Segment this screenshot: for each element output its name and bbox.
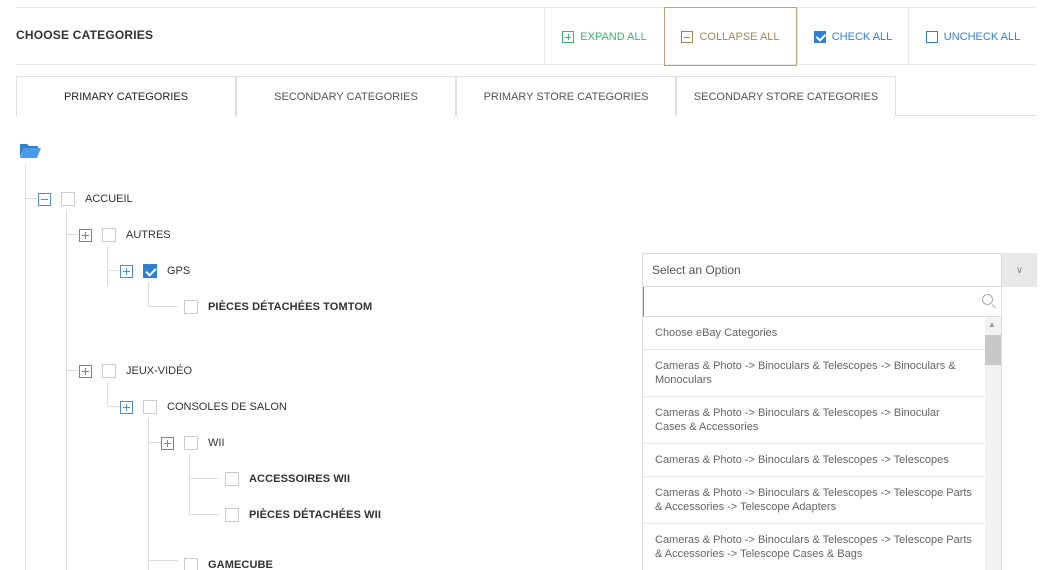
plus-square-icon [562,30,575,43]
dropdown-search-input[interactable] [643,287,1001,317]
expand-toggle-icon[interactable] [79,364,92,378]
tree-node-pieces-wii: PIÈCES DÉTACHÉES WII [225,507,381,523]
expand-toggle-icon[interactable] [120,400,133,414]
tree-connector [148,418,149,570]
scroll-up-icon[interactable]: ▲ [988,321,996,329]
select-dropdown: Choose eBay Categories Cameras & Photo -… [642,287,1002,570]
search-icon [982,294,993,305]
expand-toggle-icon[interactable] [120,264,133,278]
tab-secondary-categories[interactable]: SECONDARY CATEGORIES [236,76,456,116]
categories-header: CHOOSE CATEGORIES EXPAND ALL COLLAPSE AL… [16,7,1037,66]
collapse-toggle-icon[interactable] [38,192,51,206]
minus-square-icon [681,30,694,43]
tree-node-accessoires-wii: ACCESSOIRES WII [225,471,350,487]
node-checkbox[interactable] [61,192,75,206]
tree-node-gps: GPS [120,263,190,279]
tree-connector [66,234,78,235]
checked-box-icon [813,30,826,43]
check-all-button[interactable]: CHECK ALL [797,8,908,65]
tree-node-gamecube: GAMECUBE [184,557,273,570]
dropdown-option[interactable]: Cameras & Photo -> Binoculars & Telescop… [643,444,985,477]
uncheck-all-label: UNCHECK ALL [943,30,1021,43]
expand-all-button[interactable]: EXPAND ALL [544,8,664,65]
tree-node-label: JEUX-VIDÉO [126,365,193,377]
category-tree: ACCUEIL AUTRES GPS PIÈCES DÉTACHÉES TOMT… [0,116,640,570]
tree-connector [189,478,219,479]
tree-connector [148,306,178,307]
tree-connector [107,382,108,406]
tab-primary-store-categories[interactable]: PRIMARY STORE CATEGORIES [456,76,676,116]
node-checkbox[interactable] [184,558,198,570]
dropdown-options: Choose eBay Categories Cameras & Photo -… [643,317,985,570]
tree-node-consoles-de-salon: CONSOLES DE SALON [120,399,287,415]
tree-node-label: PIÈCES DÉTACHÉES WII [249,509,381,521]
empty-box-icon [925,30,938,43]
dropdown-option[interactable]: Cameras & Photo -> Binoculars & Telescop… [643,477,985,524]
node-checkbox[interactable] [184,300,198,314]
tree-node-label: CONSOLES DE SALON [167,401,287,413]
tree-connector [148,560,178,561]
tree-connector [107,406,119,407]
node-checkbox[interactable] [184,436,198,450]
category-tabs: PRIMARY CATEGORIES SECONDARY CATEGORIES … [16,76,1037,117]
tree-node-autres: AUTRES [79,227,171,243]
node-checkbox[interactable] [225,472,239,486]
node-checkbox[interactable] [102,228,116,242]
tree-node-label: PIÈCES DÉTACHÉES TOMTOM [208,301,373,313]
tree-connector [25,198,37,199]
tree-node-label: WII [208,437,225,449]
node-checkbox[interactable] [102,364,116,378]
ebay-category-select[interactable]: Select an Option [642,253,1002,287]
tab-primary-categories[interactable]: PRIMARY CATEGORIES [16,76,236,117]
tree-connector [189,454,190,514]
tree-connector [107,246,108,286]
expand-toggle-icon[interactable] [161,436,174,450]
uncheck-all-button[interactable]: UNCHECK ALL [908,8,1037,65]
tree-node-label: ACCESSOIRES WII [249,473,351,485]
collapse-all-label: COLLAPSE ALL [699,30,780,43]
expand-toggle-icon[interactable] [79,228,92,242]
collapse-all-button[interactable]: COLLAPSE ALL [664,7,797,66]
tree-connector [148,282,149,306]
tree-node-label: ACCUEIL [85,193,133,205]
node-checkbox[interactable] [225,508,239,522]
tree-node-label: AUTRES [126,229,171,241]
tree-connector [107,270,119,271]
dropdown-option[interactable]: Cameras & Photo -> Binoculars & Telescop… [643,350,985,397]
dropdown-scrollbar[interactable]: ▲ [985,317,1001,570]
expand-all-label: EXPAND ALL [580,30,647,43]
tree-node-label: GAMECUBE [208,559,273,570]
tree-node-accueil: ACCUEIL [38,191,133,207]
tree-connector [148,442,160,443]
dropdown-option[interactable]: Choose eBay Categories [643,317,985,350]
node-checkbox-checked[interactable] [143,264,157,278]
folder-open-icon [20,144,41,158]
tree-node-wii: WII [161,435,225,451]
tree-connector [66,370,78,371]
tree-node-label: GPS [167,265,191,277]
tree-node-pieces-tomtom: PIÈCES DÉTACHÉES TOMTOM [184,299,372,315]
tree-connector [189,514,219,515]
tab-secondary-store-categories[interactable]: SECONDARY STORE CATEGORIES [676,76,896,116]
chevron-double-down-icon[interactable]: ∨ [1002,253,1037,287]
dropdown-option[interactable]: Cameras & Photo -> Binoculars & Telescop… [643,524,985,570]
tree-connector [66,210,67,570]
dropdown-option[interactable]: Cameras & Photo -> Binoculars & Telescop… [643,397,985,444]
tree-node-jeux-video: JEUX-VIDÉO [79,363,192,379]
tree-connector [25,164,26,570]
page-title: CHOOSE CATEGORIES [16,28,154,42]
check-all-label: CHECK ALL [831,30,893,43]
scrollbar-thumb[interactable] [985,335,1001,365]
node-checkbox[interactable] [143,400,157,414]
